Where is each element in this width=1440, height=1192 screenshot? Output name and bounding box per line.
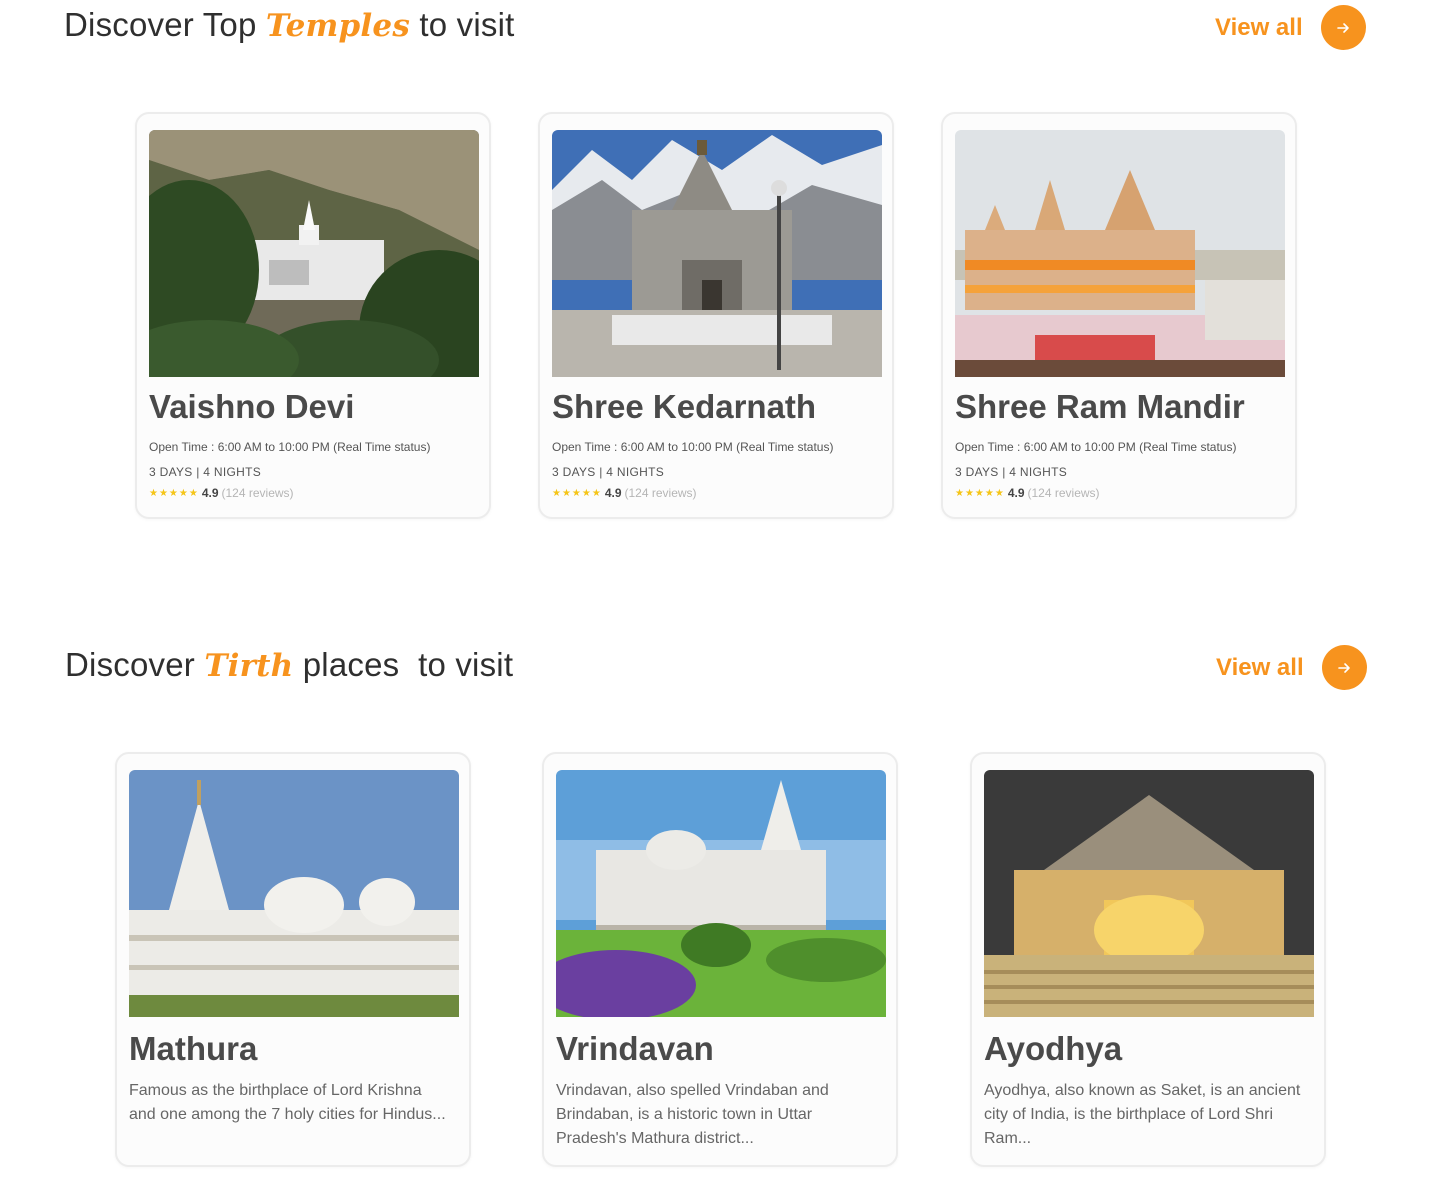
tirth-section-title: Discover Tirth places to visit <box>65 646 513 684</box>
review-count: (124 reviews) <box>221 486 294 500</box>
star-icon: ★★★★★ <box>955 487 1005 499</box>
tirth-card-mathura[interactable]: Mathura Famous as the birthplace of Lord… <box>115 752 471 1167</box>
rating-value: 4.9 <box>1007 486 1025 500</box>
review-count: (124 reviews) <box>1027 486 1100 500</box>
rating-value: 4.9 <box>201 486 219 500</box>
tirth-view-all-link[interactable]: View all <box>1216 645 1367 690</box>
temples-view-all-label: View all <box>1215 13 1303 41</box>
temple-open-time: Open Time : 6:00 AM to 10:00 PM (Real Ti… <box>149 440 431 454</box>
temple-card-vaishno-devi[interactable]: Vaishno Devi Open Time : 6:00 AM to 10:0… <box>135 112 491 519</box>
tirth-image-ayodhya <box>984 770 1314 1017</box>
star-icon: ★★★★★ <box>552 487 602 499</box>
tirth-title-prefix: Discover <box>65 646 205 683</box>
temple-image-shree-kedarnath <box>552 130 882 377</box>
temple-name: Shree Kedarnath <box>552 388 817 425</box>
tirth-image-mathura <box>129 770 459 1017</box>
tirth-description: Famous as the birthplace of Lord Krishna… <box>129 1082 446 1123</box>
star-icon: ★★★★★ <box>149 487 199 499</box>
temples-view-all-link[interactable]: View all <box>1215 5 1366 50</box>
temple-open-time: Open Time : 6:00 AM to 10:00 PM (Real Ti… <box>552 440 834 454</box>
arrow-right-icon <box>1337 22 1349 33</box>
temples-title-prefix: Discover Top <box>64 6 266 43</box>
tirth-title-suffix: places to visit <box>293 646 514 683</box>
tirth-name: Vrindavan <box>556 1030 714 1067</box>
tirth-card-ayodhya[interactable]: Ayodhya Ayodhya, also known as Saket, is… <box>970 752 1326 1167</box>
temples-title-accent: Temples <box>265 8 410 44</box>
arrow-right-icon <box>1338 662 1350 673</box>
temple-open-time: Open Time : 6:00 AM to 10:00 PM (Real Ti… <box>955 440 1237 454</box>
temple-duration: 3 DAYS | 4 NIGHTS <box>149 465 262 479</box>
tirth-title-accent: Tirth <box>204 648 294 684</box>
rating-value: 4.9 <box>604 486 622 500</box>
temple-card-shree-ram-mandir[interactable]: Shree Ram Mandir Open Time : 6:00 AM to … <box>941 112 1297 519</box>
tirth-card-vrindavan[interactable]: Vrindavan Vrindavan, also spelled Vrinda… <box>542 752 898 1167</box>
temple-rating: ★★★★★ 4.9 (124 reviews) <box>955 486 1100 500</box>
temple-name: Shree Ram Mandir <box>955 388 1245 425</box>
temple-duration: 3 DAYS | 4 NIGHTS <box>955 465 1068 479</box>
temples-section-title: Discover Top Temples to visit <box>64 6 514 44</box>
temples-section-header: Discover Top Temples to visit View all <box>0 0 1440 60</box>
temple-card-shree-kedarnath[interactable]: Shree Kedarnath Open Time : 6:00 AM to 1… <box>538 112 894 519</box>
tirth-name: Ayodhya <box>984 1030 1123 1067</box>
temples-view-all-button[interactable] <box>1320 5 1366 50</box>
tirth-name: Mathura <box>129 1030 258 1067</box>
tirth-description: Vrindavan, also spelled Vrindaban and Br… <box>556 1082 829 1147</box>
temple-duration: 3 DAYS | 4 NIGHTS <box>552 465 665 479</box>
temple-image-shree-ram-mandir <box>955 130 1285 377</box>
tirth-section-header: Discover Tirth places to visit View all <box>0 640 1440 700</box>
tirth-image-vrindavan <box>556 770 886 1017</box>
tirth-description: Ayodhya, also known as Saket, is an anci… <box>984 1082 1301 1147</box>
temple-image-vaishno-devi <box>149 130 479 377</box>
temple-rating: ★★★★★ 4.9 (124 reviews) <box>552 486 697 500</box>
review-count: (124 reviews) <box>624 486 697 500</box>
temple-rating: ★★★★★ 4.9 (124 reviews) <box>149 486 294 500</box>
tirth-view-all-label: View all <box>1216 653 1304 681</box>
temples-title-suffix: to visit <box>409 6 515 43</box>
tirth-view-all-button[interactable] <box>1321 645 1367 690</box>
temple-name: Vaishno Devi <box>149 388 355 425</box>
